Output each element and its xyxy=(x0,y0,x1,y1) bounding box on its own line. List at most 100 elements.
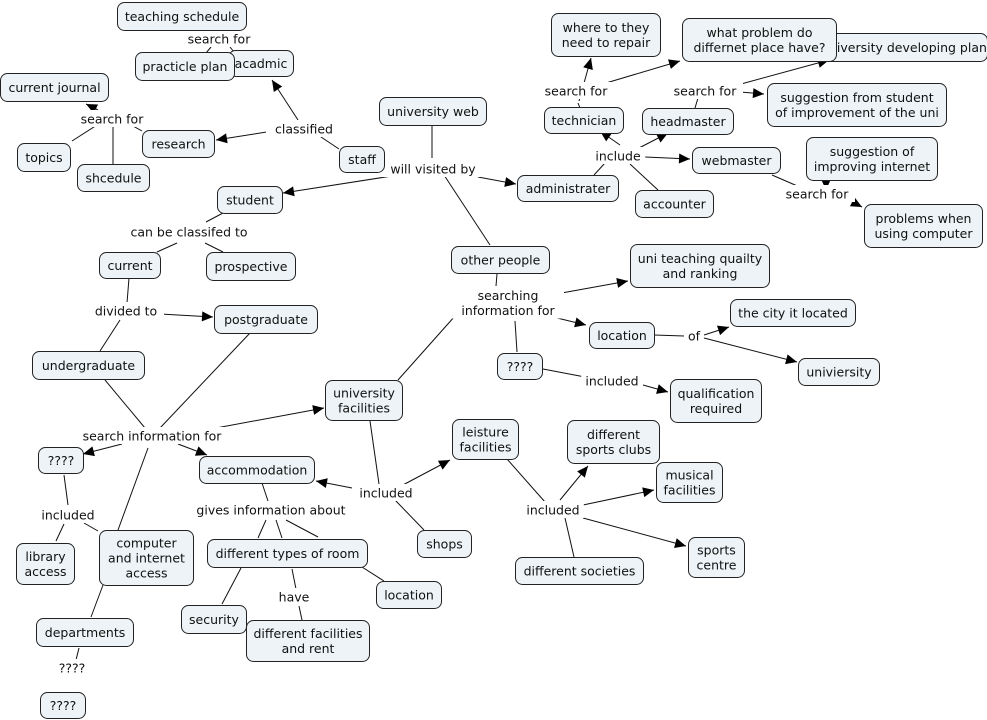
node-label: shcedule xyxy=(85,171,141,186)
link-label-will-visited-by[interactable]: will visited by xyxy=(377,160,489,177)
node-label: shops xyxy=(426,537,463,552)
concept-node-facilities-rent[interactable]: different facilitiesand rent xyxy=(246,620,370,662)
link-label-have[interactable]: have xyxy=(277,588,311,605)
link-label-search-for-tech[interactable]: search for xyxy=(538,82,614,99)
connector-line xyxy=(317,134,340,150)
arrowhead-icon xyxy=(437,460,450,470)
node-label: computer xyxy=(116,536,177,551)
concept-node-sports-clubs[interactable]: differentsports clubs xyxy=(567,420,660,464)
concept-node-current[interactable]: current xyxy=(99,252,161,279)
concept-node-university-facilities[interactable]: universityfacilities xyxy=(325,380,403,421)
node-label: qualification xyxy=(678,386,755,401)
link-label-search-for-top[interactable]: search for xyxy=(181,30,257,47)
link-label-included-leisure[interactable]: included xyxy=(522,501,584,518)
connector-line xyxy=(275,519,283,539)
link-label-search-info-for[interactable]: search information for xyxy=(70,427,234,444)
connector-line xyxy=(495,273,498,287)
concept-node-university-web[interactable]: university web xyxy=(379,97,487,126)
link-label-gives-info[interactable]: gives information about xyxy=(186,501,356,518)
concept-node-problems-computer[interactable]: problems whenusing computer xyxy=(864,204,983,248)
concept-node-city-located[interactable]: the city it located xyxy=(730,299,856,327)
concept-node-qqqq-left[interactable]: ???? xyxy=(38,447,84,474)
arrowhead-icon xyxy=(752,88,764,99)
concept-node-acadmic[interactable]: acadmic xyxy=(228,50,294,77)
concept-node-qqqq-mid[interactable]: ???? xyxy=(497,353,543,380)
concept-node-location-top[interactable]: location xyxy=(589,322,655,349)
link-label-search-for-left[interactable]: search for xyxy=(74,110,150,127)
arrowhead-icon xyxy=(577,466,588,478)
concept-node-practicle-plan[interactable]: practicle plan xyxy=(135,52,235,81)
concept-node-postgraduate[interactable]: postgraduate xyxy=(214,305,318,334)
concept-node-departments[interactable]: departments xyxy=(36,618,134,647)
concept-node-teaching-schedule[interactable]: teaching schedule xyxy=(117,2,247,31)
connector-line xyxy=(204,242,224,253)
concept-node-societies[interactable]: different societies xyxy=(515,557,644,585)
node-label: topics xyxy=(25,150,62,165)
concept-node-suggestion-internet[interactable]: suggestion ofimproving internet xyxy=(806,137,938,181)
concept-node-qqqq-bottom[interactable]: ???? xyxy=(40,692,86,719)
concept-node-types-room[interactable]: different types of room xyxy=(207,539,368,568)
connector-line xyxy=(703,337,798,363)
node-label: practicle plan xyxy=(143,59,228,74)
connector-line xyxy=(298,605,303,621)
link-label-included-lib[interactable]: included xyxy=(37,506,99,523)
concept-node-security[interactable]: security xyxy=(181,605,247,634)
node-label: suggestion from student xyxy=(780,90,933,105)
concept-node-sports-centre[interactable]: sportscentre xyxy=(688,537,745,578)
connector-line xyxy=(593,162,606,176)
link-label-include[interactable]: include xyxy=(590,147,646,164)
concept-node-univiersity[interactable]: univiersity xyxy=(798,358,880,386)
concept-node-staff[interactable]: staff xyxy=(339,146,385,173)
concept-node-uni-developing-plan[interactable]: university developing plan xyxy=(820,33,987,62)
link-label-included-uf[interactable]: included xyxy=(355,484,417,501)
concept-node-topics[interactable]: topics xyxy=(17,143,71,172)
concept-node-computer-internet[interactable]: computerand internetaccess xyxy=(99,530,194,586)
node-label: different facilities xyxy=(254,626,363,641)
link-label-text: can be classifed to xyxy=(130,225,247,240)
concept-node-accommodation[interactable]: accommodation xyxy=(199,456,315,484)
concept-node-student[interactable]: student xyxy=(217,186,283,214)
concept-node-leisure-facilities[interactable]: leisturefacilities xyxy=(452,419,519,460)
concept-node-uni-teaching[interactable]: uni teaching quailtyand ranking xyxy=(630,244,770,288)
node-label: differnet place have? xyxy=(693,40,825,55)
concept-node-accounter[interactable]: accounter xyxy=(635,190,714,218)
concept-node-musical[interactable]: musicalfacilities xyxy=(656,462,723,503)
concept-node-administrater[interactable]: administrater xyxy=(517,175,619,202)
connector-line xyxy=(261,482,269,502)
connector-line xyxy=(740,59,830,85)
concept-node-where-repair[interactable]: where to theyneed to repair xyxy=(551,13,661,57)
concept-node-undergraduate[interactable]: undergraduate xyxy=(32,351,145,380)
link-label-included-qual[interactable]: included xyxy=(581,372,643,389)
link-label-of[interactable]: of xyxy=(684,327,704,344)
link-label-classified[interactable]: classified xyxy=(266,120,342,137)
link-label-text: gives information about xyxy=(196,503,345,518)
concept-node-library[interactable]: libraryaccess xyxy=(16,543,75,585)
concept-node-what-problem[interactable]: what problem dodiffernet place have? xyxy=(682,18,837,62)
arrowhead-icon xyxy=(283,186,295,197)
concept-node-technician[interactable]: technician xyxy=(544,107,624,134)
concept-node-other-people[interactable]: other people xyxy=(451,246,550,274)
arrowhead-icon xyxy=(574,317,586,328)
link-label-search-for-head[interactable]: search for xyxy=(667,82,743,99)
concept-node-research[interactable]: research xyxy=(142,130,215,158)
node-label: different types of room xyxy=(216,546,360,561)
concept-node-current-journal[interactable]: current journal xyxy=(0,73,109,102)
concept-node-location-room[interactable]: location xyxy=(376,581,442,609)
concept-node-qualification[interactable]: qualificationrequired xyxy=(670,379,762,423)
link-label-search-for-web[interactable]: search for xyxy=(779,185,855,202)
link-label-can-be-classified[interactable]: can be classifed to xyxy=(118,223,260,240)
link-label-divided-to[interactable]: divided to xyxy=(88,302,164,319)
arrowhead-icon xyxy=(716,325,729,336)
concept-node-suggestion-student[interactable]: suggestion from studentof improvement of… xyxy=(767,83,947,127)
concept-node-shcedule[interactable]: shcedule xyxy=(77,164,150,192)
link-label-qqqq-dept[interactable]: ???? xyxy=(55,659,89,676)
connector-line xyxy=(257,519,267,539)
concept-node-webmaster[interactable]: webmaster xyxy=(692,147,781,174)
concept-node-headmaster[interactable]: headmaster xyxy=(642,108,734,135)
node-label: undergraduate xyxy=(42,358,136,373)
connector-line xyxy=(514,320,518,353)
link-label-searching-info[interactable]: searchinginformation for xyxy=(452,286,564,319)
concept-node-shops[interactable]: shops xyxy=(417,530,472,558)
link-label-text: have xyxy=(279,590,310,605)
concept-node-prospective[interactable]: prospective xyxy=(206,252,296,281)
